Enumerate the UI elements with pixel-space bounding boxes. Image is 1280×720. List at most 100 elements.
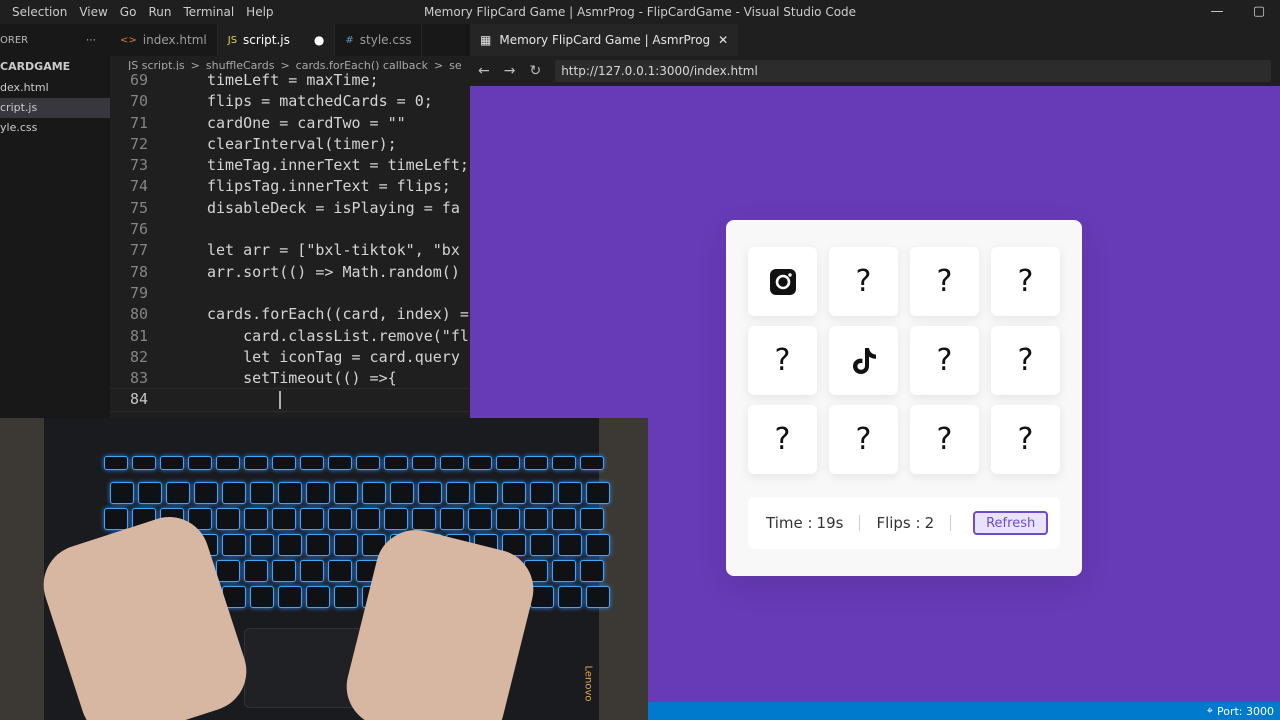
code-line-current: 84 bbox=[110, 388, 470, 412]
refresh-button[interactable]: Refresh bbox=[973, 511, 1049, 535]
keyboard-key-image bbox=[502, 482, 526, 504]
explorer-panel: ORER ⋯ CARDGAME dex.html cript.js yle.cs… bbox=[0, 24, 110, 420]
line-number: 77 bbox=[129, 241, 148, 260]
forward-icon[interactable]: → bbox=[504, 63, 516, 79]
explorer-title: ORER bbox=[0, 34, 29, 46]
tab-index-html[interactable]: <> index.html bbox=[110, 24, 218, 56]
keyboard-key-image bbox=[530, 482, 554, 504]
card-hidden[interactable]: ? bbox=[748, 326, 817, 395]
keyboard-key-image bbox=[586, 534, 610, 556]
line-number: 71 bbox=[129, 113, 148, 132]
menu-help[interactable]: Help bbox=[240, 0, 279, 24]
code-text: setTimeout(() =>{ bbox=[207, 369, 397, 388]
time-label: Time : bbox=[766, 514, 813, 532]
minimize-icon[interactable]: — bbox=[1196, 0, 1238, 24]
divider bbox=[950, 515, 952, 531]
lenovo-logo: Lenovo bbox=[582, 665, 594, 702]
code-line: 75 disableDeck = isPlaying = fa bbox=[110, 198, 470, 219]
project-folder[interactable]: CARDGAME bbox=[0, 56, 110, 78]
keyboard-key-image bbox=[334, 534, 358, 556]
code-editor[interactable]: 69 timeLeft = maxTime; 70 flips = matchedC… bbox=[110, 70, 470, 416]
card-hidden[interactable]: ? bbox=[991, 405, 1060, 474]
line-number: 80 bbox=[129, 305, 148, 324]
browser-tab[interactable]: ▦ Memory FlipCard Game | AsmrProg ✕ bbox=[470, 24, 739, 56]
keyboard-key-image bbox=[328, 560, 352, 582]
code-line: 78 arr.sort(() => Math.random() bbox=[110, 262, 470, 283]
keyboard-key-image bbox=[558, 534, 582, 556]
url-bar[interactable]: http://127.0.0.1:3000/index.html bbox=[555, 60, 1272, 82]
keyboard-key-image bbox=[524, 508, 548, 530]
card-hidden[interactable]: ? bbox=[991, 247, 1060, 316]
keyboard-key-image bbox=[362, 482, 386, 504]
keyboard-key-image bbox=[300, 560, 324, 582]
card-hidden[interactable]: ? bbox=[829, 405, 898, 474]
card-hidden[interactable]: ? bbox=[910, 247, 979, 316]
keyboard-key-image bbox=[222, 482, 246, 504]
code-text: cards.forEach((card, index) = bbox=[207, 305, 469, 324]
css-file-icon: # bbox=[345, 34, 354, 46]
code-line: 70 flips = matchedCards = 0; bbox=[110, 91, 470, 112]
keyboard-key-image bbox=[412, 456, 436, 470]
card-grid: ? ? ? ? ? ? ? ? ? ? bbox=[748, 247, 1060, 475]
line-number: 78 bbox=[129, 262, 148, 281]
line-number: 69 bbox=[129, 71, 148, 89]
tiktok-icon bbox=[852, 347, 876, 374]
keyboard-key-image bbox=[468, 508, 492, 530]
keyboard-key-image bbox=[188, 456, 212, 470]
code-line: 74 flipsTag.innerText = flips; bbox=[110, 176, 470, 197]
line-number: 75 bbox=[129, 198, 148, 217]
card-hidden[interactable]: ? bbox=[910, 405, 979, 474]
keyboard-key-image bbox=[132, 456, 156, 470]
card-hidden[interactable]: ? bbox=[829, 247, 898, 316]
explorer-header: ORER ⋯ bbox=[0, 24, 110, 56]
keyboard-key-image bbox=[272, 456, 296, 470]
text-cursor bbox=[279, 390, 282, 409]
file-style-css[interactable]: yle.css bbox=[0, 118, 110, 138]
keyboard-key-image bbox=[530, 534, 554, 556]
keyboard-key-image bbox=[586, 586, 610, 608]
line-number: 76 bbox=[129, 220, 148, 239]
keyboard-key-image bbox=[474, 482, 498, 504]
card-instagram[interactable] bbox=[748, 247, 817, 316]
line-number: 74 bbox=[129, 177, 148, 196]
menu-view[interactable]: View bbox=[73, 0, 113, 24]
maximize-icon[interactable]: ▢ bbox=[1238, 0, 1280, 24]
keyboard-key-image bbox=[104, 508, 128, 530]
file-script-js[interactable]: cript.js bbox=[0, 98, 110, 118]
unsaved-dot-icon[interactable]: ● bbox=[314, 33, 324, 47]
menu-selection[interactable]: Selection bbox=[6, 0, 73, 24]
keyboard-key-image bbox=[300, 508, 324, 530]
tab-style-css[interactable]: # style.css bbox=[335, 24, 423, 56]
tab-script-js[interactable]: JS script.js ● bbox=[217, 24, 336, 56]
tab-label: script.js bbox=[243, 33, 290, 47]
file-index-html[interactable]: dex.html bbox=[0, 78, 110, 98]
card-hidden[interactable]: ? bbox=[748, 405, 817, 474]
close-icon[interactable]: ✕ bbox=[718, 33, 728, 47]
code-line: 72 clearInterval(timer); bbox=[110, 134, 470, 155]
menu-terminal[interactable]: Terminal bbox=[177, 0, 240, 24]
instagram-icon bbox=[769, 268, 796, 295]
line-number: 82 bbox=[129, 347, 148, 366]
browser-tab-icon: ▦ bbox=[480, 33, 492, 47]
card-hidden[interactable]: ? bbox=[991, 326, 1060, 395]
code-line: 76 bbox=[110, 219, 470, 240]
flips-label: Flips : bbox=[876, 514, 921, 532]
more-actions-icon[interactable]: ⋯ bbox=[86, 35, 96, 46]
code-text: let iconTag = card.query bbox=[207, 347, 460, 366]
card-tiktok[interactable] bbox=[829, 326, 898, 395]
keyboard-key-image bbox=[306, 534, 330, 556]
reload-icon[interactable]: ↻ bbox=[529, 63, 541, 79]
browser-tab-title: Memory FlipCard Game | AsmrProg bbox=[499, 33, 711, 47]
keyboard-key-image bbox=[552, 456, 576, 470]
js-file-icon: JS bbox=[227, 34, 238, 46]
menu-go[interactable]: Go bbox=[114, 0, 143, 24]
code-text: clearInterval(timer); bbox=[207, 134, 397, 153]
keyboard-key-image bbox=[384, 456, 408, 470]
broadcast-icon: ⌖ bbox=[1206, 704, 1213, 717]
keyboard-key-image bbox=[384, 508, 408, 530]
card-hidden[interactable]: ? bbox=[910, 326, 979, 395]
menu-run[interactable]: Run bbox=[142, 0, 177, 24]
back-icon[interactable]: ← bbox=[478, 63, 490, 79]
keyboard-key-image bbox=[278, 534, 302, 556]
port-indicator[interactable]: Port: 3000 bbox=[1217, 705, 1274, 718]
